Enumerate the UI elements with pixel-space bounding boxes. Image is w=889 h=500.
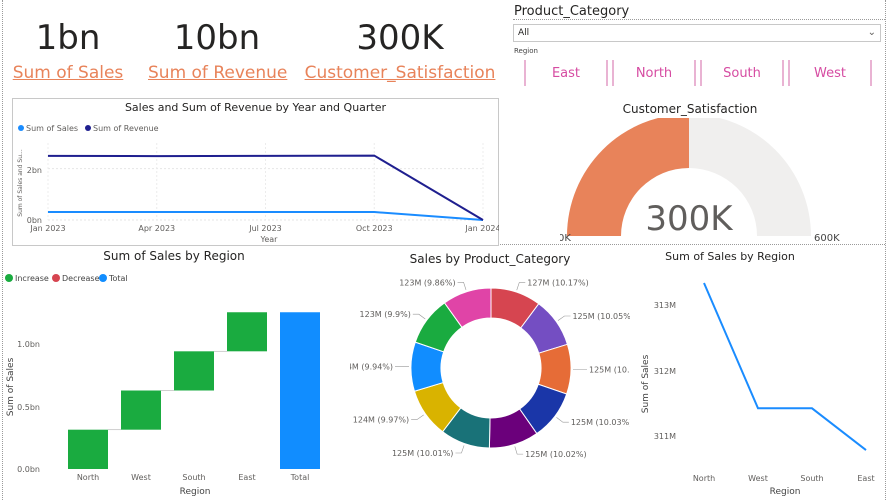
donut-label-6: 124M (9.97%) [353, 415, 409, 424]
region-button-west[interactable]: West [788, 60, 872, 86]
legend-label-sales: Sum of Sales [26, 124, 78, 133]
gauge-value: 300K [645, 199, 734, 239]
region-button-north[interactable]: North [612, 60, 696, 86]
legend-marker-revenue [85, 125, 91, 131]
legend-marker-sales [18, 125, 24, 131]
line-chart-ytick-2bn: 2bn [27, 166, 42, 175]
card-satisfaction-value: 300K [356, 18, 444, 58]
waterfall-bars [68, 312, 320, 469]
donut-label-8: 123M (9.9%) [360, 310, 411, 319]
line-chart-xtick-1: Apr 2023 [138, 224, 175, 233]
donut-label-2: 125M (10.05%) [589, 365, 630, 374]
donut-label-7: 124M (9.94%) [350, 362, 393, 371]
gauge-svg: 300K 0K 600K [560, 118, 840, 244]
waterfall-xtick-3: East [238, 473, 255, 482]
waterfall-bar-east [227, 312, 267, 352]
line-chart-ylabel: Sum of Sales and Su... [17, 149, 24, 217]
waterfall-title: Sum of Sales by Region [103, 249, 245, 263]
donut-leader-6 [411, 414, 424, 420]
donut-title: Sales by Product_Category [409, 252, 571, 266]
line-chart-xtick-0: Jan 2023 [29, 224, 65, 233]
category-slicer-title: Product_Category [514, 4, 630, 19]
region-slicer-title: Region [514, 47, 538, 55]
region-line-svg: Sum of Sales 313M 312M 311M North West Sou… [641, 282, 875, 497]
card-revenue-value: 10bn [173, 18, 261, 58]
gauge-min-label: 0K [560, 233, 571, 244]
line-chart-xlabel: Year [260, 235, 279, 244]
waterfall-xtick-0: North [77, 473, 99, 482]
card-revenue-label[interactable]: Sum of Revenue [148, 63, 287, 83]
region-button-south[interactable]: South [700, 60, 784, 86]
donut-leader-8 [412, 313, 426, 320]
waterfall-ytick-0: 0.0bn [17, 465, 40, 474]
legend-label-total: Total [108, 274, 128, 283]
line-chart-xtick-4: Jan 2024 [464, 224, 499, 233]
line-chart-xtick-2: Jul 2023 [248, 224, 282, 233]
region-button-east[interactable]: East [524, 60, 608, 86]
donut-label-1: 125M (10.05%) [572, 312, 630, 321]
legend-label-decrease: Decrease [62, 274, 100, 283]
donut-label-3: 125M (10.03%) [571, 418, 630, 427]
region-line-xtick-0: North [693, 474, 715, 483]
gauge-max-label: 600K [814, 233, 840, 244]
waterfall-xlabel: Region [180, 487, 211, 497]
line-chart-xtick-3: Oct 2023 [356, 224, 393, 233]
waterfall-xtick-4: Total [290, 473, 310, 482]
gauge-title: Customer_Satisfaction [622, 102, 758, 116]
waterfall-xticks: North West South East Total [77, 473, 310, 482]
waterfall-ytick-1: 1.0bn [17, 340, 40, 349]
waterfall-bar-south [174, 351, 214, 391]
category-dropdown-value: All [518, 28, 530, 38]
donut-label-0: 127M (10.17%) [527, 279, 588, 288]
card-sales-label[interactable]: Sum of Sales [0, 63, 136, 83]
region-line-xticks: North West South East [693, 474, 875, 483]
legend-label-revenue: Sum of Revenue [93, 124, 159, 133]
legend-marker-total [99, 274, 107, 282]
region-line-xtick-3: East [857, 474, 874, 483]
donut-leader-0 [516, 282, 526, 291]
card-sales-value: 1bn [35, 18, 101, 58]
region-line-path [703, 282, 867, 451]
waterfall-legend: Increase Decrease Total [5, 274, 128, 283]
donut-label-9: 123M (9.86%) [399, 278, 455, 287]
region-line-xlabel: Region [770, 487, 801, 497]
region-line-ytick-311: 311M [654, 432, 676, 441]
donut-leader-9 [457, 281, 467, 290]
region-line-ylabel: Sum of Sales [641, 354, 651, 413]
line-chart-legend: Sum of Sales Sum of Revenue [18, 124, 159, 133]
waterfall-bar-total [280, 312, 320, 469]
donut-leader-5 [455, 445, 465, 454]
waterfall-bar-west [121, 390, 161, 430]
waterfall-svg: Increase Decrease Total Sum of Sales 1.0… [5, 274, 320, 497]
legend-marker-decrease [52, 274, 60, 282]
donut-leader-3 [556, 417, 569, 423]
legend-label-increase: Increase [15, 274, 49, 283]
line-chart-xticks: Jan 2023 Apr 2023 Jul 2023 Oct 2023 Jan 2024 [29, 224, 499, 233]
region-line-ytick-312: 312M [654, 367, 676, 376]
waterfall-xtick-2: South [182, 473, 205, 482]
waterfall-xtick-1: West [131, 473, 151, 482]
region-line-ytick-313: 313M [654, 301, 676, 310]
chevron-down-icon: ⌄ [867, 27, 876, 38]
donut-leader-4 [514, 446, 524, 455]
waterfall-bar-north [68, 429, 108, 469]
region-line-title: Sum of Sales by Region [665, 250, 795, 263]
donut-svg: 127M (10.17%) 125M (10.05%) 125M (10.05%) 1… [350, 278, 630, 459]
slicer-separator [513, 19, 885, 20]
donut-slices [410, 287, 572, 449]
region-line-series [703, 282, 867, 451]
region-line-xtick-2: South [800, 474, 823, 483]
category-dropdown[interactable]: All ⌄ [513, 24, 881, 42]
waterfall-ylabel: Sum of Sales [6, 357, 16, 416]
donut-leader-1 [557, 315, 571, 321]
waterfall-ytick-05: 0.5bn [17, 403, 40, 412]
region-line-xtick-1: West [748, 474, 768, 483]
donut-label-4: 125M (10.02%) [525, 450, 586, 459]
legend-marker-increase [5, 274, 13, 282]
line-chart-svg: Sum of Sales Sum of Revenue Sum of Sales… [17, 124, 499, 244]
donut-label-5: 125M (10.01%) [392, 449, 453, 458]
card-satisfaction-label[interactable]: Customer_Satisfaction [300, 63, 500, 83]
